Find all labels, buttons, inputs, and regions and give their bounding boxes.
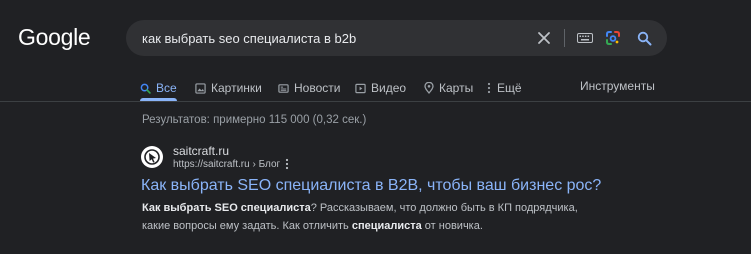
more-vert-icon <box>487 82 491 94</box>
search-input[interactable] <box>142 20 522 56</box>
close-icon[interactable] <box>532 20 556 56</box>
result-stats: Результатов: примерно 115 000 (0,32 сек.… <box>142 114 367 126</box>
tabs-divider <box>0 101 751 102</box>
news-icon <box>278 83 289 93</box>
site-favicon[interactable] <box>141 146 163 168</box>
result-site-name[interactable]: saitcraft.ru <box>173 144 229 158</box>
cursor-favicon-icon <box>142 147 162 167</box>
tab-label: Картинки <box>211 81 262 95</box>
snippet-text: от новичка. <box>421 219 483 232</box>
snippet-text: ? Рассказываем, что должно быть в КП под… <box>310 202 578 214</box>
tab-label: Новости <box>294 81 341 95</box>
searchbox-divider <box>564 29 565 47</box>
tab-label: Карты <box>439 81 474 95</box>
tab-video[interactable]: Видео <box>355 76 406 100</box>
keyboard-icon[interactable] <box>574 20 596 56</box>
image-icon <box>195 82 206 94</box>
tab-all[interactable]: Все <box>140 76 177 100</box>
snippet-highlight: Как выбрать SEO специалиста <box>142 202 311 214</box>
result-snippet: Как выбрать SEO специалиста? Рассказывае… <box>142 200 602 235</box>
result-url[interactable]: https://saitcraft.ru › Блог <box>173 159 280 170</box>
search-box[interactable] <box>126 20 667 56</box>
search-icon[interactable] <box>632 20 656 56</box>
result-title-link[interactable]: Как выбрать SEO специалиста в B2B, чтобы… <box>141 177 601 195</box>
tab-label: Видео <box>371 81 407 95</box>
snippet-highlight: специалиста <box>351 219 422 232</box>
google-logo[interactable]: Google <box>18 24 91 51</box>
video-icon <box>355 83 366 93</box>
tab-news[interactable]: Новости <box>278 76 340 100</box>
tab-maps[interactable]: Карты <box>424 76 473 100</box>
camera-lens-icon[interactable] <box>602 20 624 56</box>
search-icon <box>140 83 151 94</box>
tab-more[interactable]: Ещё <box>486 76 522 100</box>
map-pin-icon <box>424 82 434 94</box>
tools-button[interactable]: Инструменты <box>580 74 655 98</box>
google-results-page: Google как выбрать seo специалиста в b2b… <box>0 0 751 254</box>
tab-label: Ещё <box>497 81 522 95</box>
tab-label: Все <box>156 81 177 95</box>
tab-images[interactable]: Картинки <box>195 76 262 100</box>
more-vert-icon[interactable] <box>282 157 292 171</box>
snippet-text: какие вопросы ему задать. Как отличить <box>142 219 352 232</box>
